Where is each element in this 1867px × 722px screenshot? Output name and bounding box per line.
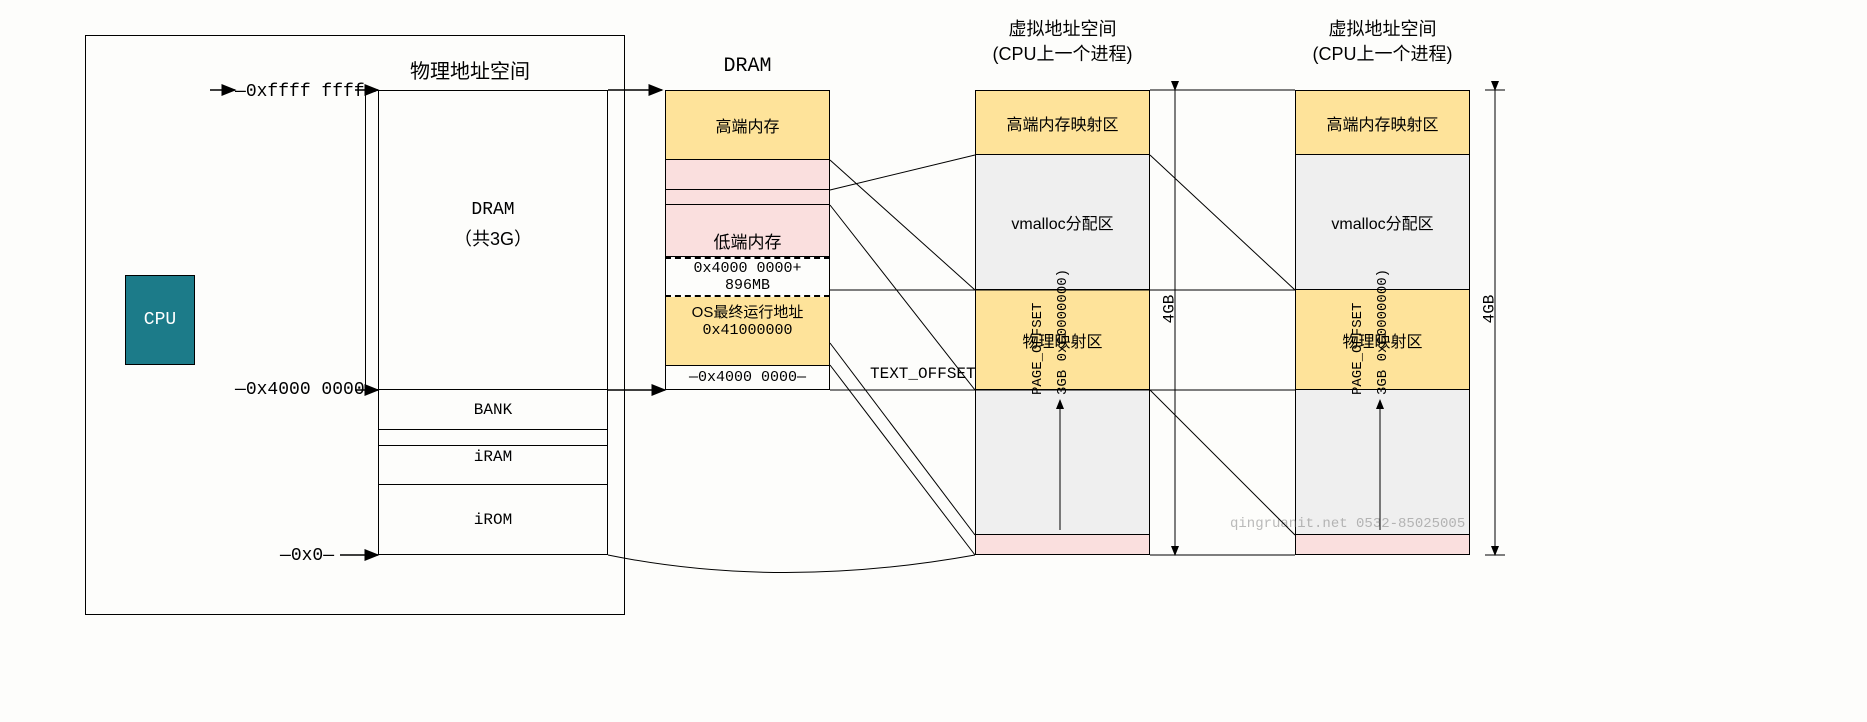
dram-gap1: [665, 160, 830, 190]
phys-divider-1: [378, 445, 608, 446]
dram-osaddr: OS最终运行地址 0x41000000: [665, 297, 830, 343]
phys-iram: iRAM: [378, 430, 608, 485]
vas2-title: 虚拟地址空间: [1295, 15, 1470, 41]
dram-sliver: [665, 343, 830, 365]
vas1-sub: (CPU上一个进程): [975, 40, 1150, 66]
vas2-highmap: 高端内存映射区: [1295, 90, 1470, 155]
vas2-pink: [1295, 535, 1470, 555]
addr-mid: —0x4000 0000—: [235, 380, 375, 400]
dram-title: DRAM: [665, 55, 830, 78]
addr-bot: —0x0—: [280, 546, 334, 566]
vas2-sub: (CPU上一个进程): [1295, 40, 1470, 66]
phys-dram-size: （共3G）: [378, 225, 608, 251]
vas1-title: 虚拟地址空间: [975, 15, 1150, 41]
cpu-label: CPU: [144, 310, 176, 330]
dram-base: —0x4000 0000—: [665, 365, 830, 390]
vas1-pageoffset: PAGE_OFFSET: [1030, 303, 1046, 395]
vas1-pink: [975, 535, 1150, 555]
dram-gap2: [665, 190, 830, 205]
vas2-pageoffset: PAGE_OFFSET: [1350, 303, 1366, 395]
vas2-user: [1295, 390, 1470, 535]
phys-tick-col: [365, 90, 378, 390]
phys-bank: BANK: [378, 390, 608, 430]
phys-dram-label: DRAM: [378, 200, 608, 220]
vas1-highmap: 高端内存映射区: [975, 90, 1150, 155]
dram-896: 0x4000 0000+ 896MB: [665, 257, 830, 297]
vas2-pageoffset-val: 3GB 0xC0000000): [1375, 269, 1391, 395]
vas1-4gb: 4GB: [1160, 295, 1178, 324]
dram-lowmem-label: 低端内存: [665, 228, 830, 253]
vas1-pageoffset-val: 3GB 0xC0000000): [1055, 269, 1071, 395]
vas1-user: [975, 390, 1150, 535]
cpu-box: CPU: [125, 275, 195, 365]
dram-highmem: 高端内存: [665, 90, 830, 160]
phys-irom: iROM: [378, 485, 608, 555]
vas2-4gb: 4GB: [1480, 295, 1498, 324]
phys-title: 物理地址空间: [370, 55, 570, 84]
watermark: qingruanit.net 0532-85025005: [1230, 516, 1465, 532]
addr-top: —0xffff ffff—: [235, 82, 375, 102]
